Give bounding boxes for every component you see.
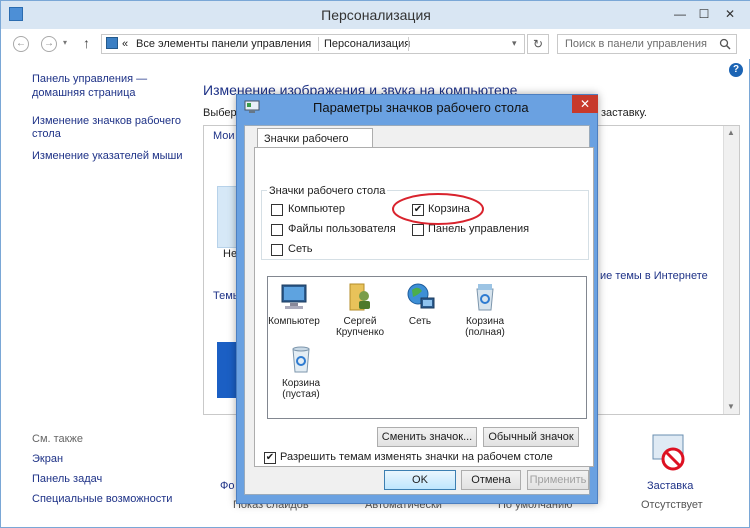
dialog-close-button[interactable]: ✕ (572, 95, 598, 113)
icon-label: Сеть (408, 316, 432, 327)
computer-icon (281, 284, 307, 309)
theme-name: Не (223, 248, 238, 260)
icon-label: (полная) (465, 327, 505, 338)
network-icon (407, 283, 435, 309)
online-themes-link[interactable]: ие темы в Интернете (600, 270, 708, 282)
checkbox-user-files-label: Файлы пользователя (288, 223, 396, 235)
checkbox-network-label: Сеть (288, 243, 313, 255)
icon-item-recycle-bin-empty[interactable]: Корзина (пустая) (271, 343, 331, 400)
checkbox-allow-themes[interactable]: ✔ (264, 452, 276, 464)
user-folder-icon (349, 283, 370, 311)
scroll-down-icon[interactable]: ▼ (727, 402, 735, 411)
icon-label: Корзина (281, 378, 321, 389)
refresh-icon[interactable]: ↻ (527, 34, 549, 54)
link-taskbar[interactable]: Панель задач (32, 473, 102, 485)
background-link[interactable]: Фо (220, 480, 234, 492)
dialog-title: Параметры значков рабочего стола (313, 100, 529, 115)
sidebar-item-label: Панель управления — (32, 73, 148, 85)
screensaver-status: Отсутствует (641, 499, 703, 511)
intro-text-start: Выбер (203, 107, 237, 119)
dialog-titlebar: Параметры значков рабочего стола ✕ (237, 95, 598, 121)
sidebar-item-desktop-icons[interactable]: Изменение значков рабочего стола (32, 115, 183, 141)
recycle-bin-empty-icon (292, 346, 310, 373)
checkbox-allow-themes-label: Разрешить темам изменять значки на рабоч… (280, 451, 553, 463)
sidebar-item-label: Изменение значков рабочего (32, 115, 182, 127)
help-icon[interactable]: ? (729, 63, 743, 77)
panel-scrollbar[interactable]: ▲ ▼ (723, 126, 739, 414)
search-icon[interactable] (719, 38, 731, 50)
intro-text-end: заставку. (601, 107, 647, 119)
scroll-up-icon[interactable]: ▲ (727, 128, 735, 137)
icon-item-computer[interactable]: Компьютер (264, 281, 324, 327)
sidebar-item-label: стола (32, 128, 61, 140)
sidebar-item-label: домашняя страница (32, 87, 136, 99)
cancel-button[interactable]: Отмена (461, 470, 521, 490)
icon-item-user-files[interactable]: Сергей Крупченко (330, 281, 390, 338)
control-panel-icon (106, 37, 118, 49)
icon-label: Сергей (343, 316, 377, 327)
breadcrumb-divider (408, 37, 409, 51)
checkbox-user-files[interactable] (271, 224, 283, 236)
window-title: Персонализация (321, 7, 431, 23)
back-button[interactable]: ← (13, 36, 29, 52)
breadcrumb-personalization[interactable]: Персонализация (324, 38, 410, 50)
window-titlebar: Персонализация — ☐ ✕ (1, 1, 750, 29)
chevron-down-icon[interactable]: ▾ (512, 38, 517, 49)
search-placeholder: Поиск в панели управления (565, 38, 707, 50)
icon-list[interactable]: Компьютер Сергей Крупченко Сеть Корзина … (267, 276, 587, 419)
dialog-body: Значки рабочего стола Значки рабочего ст… (244, 125, 594, 495)
breadcrumb-divider (318, 37, 319, 51)
up-button[interactable]: ↑ (83, 35, 90, 51)
search-input[interactable]: Поиск в панели управления (557, 34, 737, 54)
checkbox-computer-label: Компьютер (288, 203, 345, 215)
group-label: Значки рабочего стола (267, 185, 388, 197)
sidebar-item-mouse-pointers[interactable]: Изменение указателей мыши (32, 150, 183, 162)
close-button[interactable]: ✕ (721, 5, 739, 23)
chevron-down-icon[interactable]: ▾ (63, 38, 67, 47)
icon-item-network[interactable]: Сеть (390, 281, 450, 327)
desktop-settings-icon (244, 100, 260, 113)
maximize-button[interactable]: ☐ (695, 5, 713, 23)
checkbox-network[interactable] (271, 244, 283, 256)
address-chevrons: « (122, 38, 129, 50)
screensaver-link[interactable]: Заставка (647, 480, 693, 492)
desktop-icon-settings-dialog: Параметры значков рабочего стола ✕ Значк… (236, 94, 598, 504)
default-icon-button[interactable]: Обычный значок (483, 427, 579, 447)
minimize-button[interactable]: — (671, 5, 689, 23)
breadcrumb-all-items[interactable]: Все элементы панели управления (136, 38, 311, 50)
screensaver-icon[interactable] (649, 433, 689, 473)
icon-item-recycle-bin-full[interactable]: Корзина (полная) (455, 281, 515, 338)
icon-label: (пустая) (282, 389, 320, 400)
icon-label: Корзина (465, 316, 505, 327)
apply-button[interactable]: Применить (527, 470, 589, 490)
highlight-ellipse (392, 193, 484, 225)
change-icon-button[interactable]: Сменить значок... (377, 427, 477, 447)
icon-label: Компьютер (268, 316, 320, 327)
sidebar: Панель управления — домашняя страница Из… (32, 72, 183, 162)
sidebar-item-home[interactable]: Панель управления — домашняя страница (32, 72, 183, 100)
checkbox-computer[interactable] (271, 204, 283, 216)
ok-button[interactable]: OK (384, 470, 456, 490)
see-also-label: См. также (32, 433, 83, 445)
forward-button[interactable]: → (41, 36, 57, 52)
icon-label: Крупченко (335, 327, 385, 338)
recycle-bin-full-icon (476, 284, 494, 311)
link-screen[interactable]: Экран (32, 453, 63, 465)
my-themes-label: Мои (213, 130, 235, 142)
navigation-bar: ← → ▾ ↑ « Все элементы панели управления… (1, 29, 750, 59)
tab-desktop-icons[interactable]: Значки рабочего стола (257, 128, 373, 157)
link-accessibility[interactable]: Специальные возможности (32, 493, 172, 505)
address-bar[interactable]: « Все элементы панели управления Персона… (101, 34, 525, 54)
